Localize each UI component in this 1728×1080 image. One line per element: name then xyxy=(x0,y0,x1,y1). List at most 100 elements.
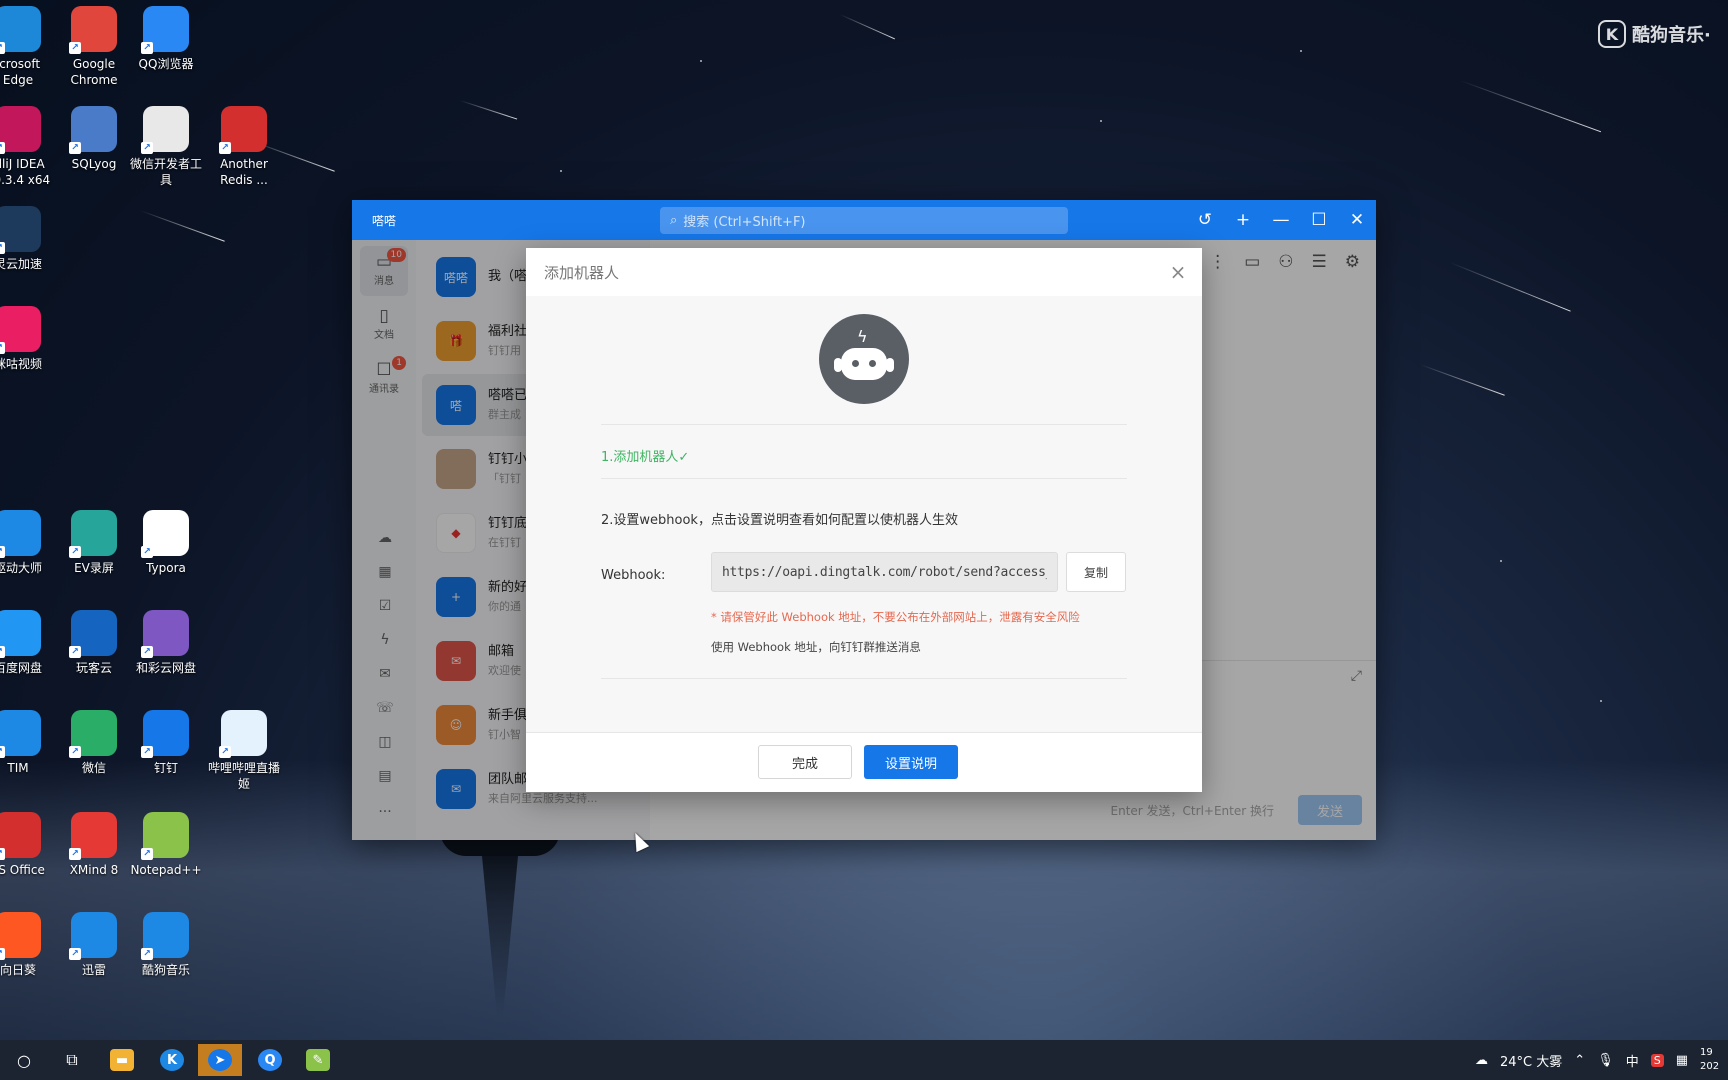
window-titlebar[interactable]: 嗒嗒 ⌕ 搜索 (Ctrl+Shift+F) ↺ + — ☐ ✕ xyxy=(352,200,1376,240)
wallpaper-meteor xyxy=(1419,364,1505,396)
desktop-icon-baidu-pan[interactable]: 百度网盘 xyxy=(0,610,56,676)
desktop-icon-xmind[interactable]: XMind 8 xyxy=(56,812,132,878)
desktop-icon-label: QQ浏览器 xyxy=(138,57,194,71)
desktop-icon-label: Edge xyxy=(2,73,34,87)
dialog-title: 添加机器人 xyxy=(544,263,620,282)
kugou-logo-icon: K xyxy=(1598,20,1626,48)
desktop-icon-wanke[interactable]: 玩客云 xyxy=(56,610,132,676)
taskbar-qq-browser[interactable]: Q xyxy=(248,1044,292,1076)
webhook-url-field[interactable] xyxy=(711,552,1058,592)
kugou-icon xyxy=(141,912,189,960)
sogou-icon[interactable]: S xyxy=(1650,1053,1664,1067)
minimize-button[interactable]: — xyxy=(1272,210,1290,230)
desktop-icon-label: icrosoft xyxy=(0,57,41,71)
ev-recorder-icon xyxy=(69,510,117,558)
edge-icon xyxy=(0,6,41,54)
dialog-header: 添加机器人 × xyxy=(526,248,1202,296)
dingtalk-icon xyxy=(141,710,189,758)
desktop-icon-dingtalk[interactable]: 钉钉 xyxy=(128,710,204,776)
taskbar: ○ ⧉ ▬ K ➤ Q ✎ ☁ 24°C 大雾 ⌃ 🎙 中 S ▦ 19 202 xyxy=(0,1040,1728,1080)
desktop-icon-ev-recorder[interactable]: EV录屏 xyxy=(56,510,132,576)
microphone-icon[interactable]: 🎙 xyxy=(1597,1053,1614,1068)
desktop-icon-thunder[interactable]: 迅雷 xyxy=(56,912,132,978)
desktop-icon-label: 玩客云 xyxy=(75,661,112,675)
desktop-icon-label: 钉钉 xyxy=(153,761,178,775)
maximize-button[interactable]: ☐ xyxy=(1310,210,1328,230)
clock[interactable]: 19 202 xyxy=(1700,1046,1722,1074)
weather-text[interactable]: 24°C 大雾 xyxy=(1500,1051,1562,1070)
desktop-icon-lingyun[interactable]: 灵云加速 xyxy=(0,206,56,272)
desktop-icon-notepad-plus[interactable]: Notepad++ xyxy=(128,812,204,878)
desktop-icon-label: Chrome xyxy=(70,73,118,87)
desktop-icon-typora[interactable]: Typora xyxy=(128,510,204,576)
desktop-icon-wechat[interactable]: 微信 xyxy=(56,710,132,776)
step-1-done: 1.添加机器人✓ xyxy=(601,450,690,465)
task-view-icon[interactable]: ⧉ xyxy=(50,1044,94,1076)
desktop-icon-edge[interactable]: icrosoft Edge xyxy=(0,6,56,88)
desktop-icon-label: XMind 8 xyxy=(69,863,119,877)
wallpaper-meteor xyxy=(459,100,518,120)
notepad-plus-icon: ✎ xyxy=(306,1049,330,1071)
desktop-icon-label: 微信开发者工 xyxy=(129,157,202,171)
step-2-instructions: 2.设置webhook，点击设置说明查看如何配置以使机器人生效 xyxy=(601,513,958,528)
close-window-button[interactable]: ✕ xyxy=(1348,210,1366,230)
taskbar-kugou[interactable]: K xyxy=(150,1044,194,1076)
desktop-icon-tim[interactable]: TIM xyxy=(0,710,56,776)
global-search-input[interactable]: ⌕ 搜索 (Ctrl+Shift+F) xyxy=(660,207,1068,234)
divider xyxy=(601,478,1127,479)
wanke-icon xyxy=(69,610,117,658)
wps-icon xyxy=(0,812,41,860)
desktop-icon-bilibili-live[interactable]: 哔哩哔哩直播姬 xyxy=(206,710,282,792)
divider xyxy=(601,678,1127,679)
search-circle-icon[interactable]: ○ xyxy=(2,1044,46,1076)
history-icon[interactable]: ↺ xyxy=(1196,210,1214,230)
wallpaper-star xyxy=(1600,700,1602,702)
desktop-icon-sqlyog[interactable]: SQLyog xyxy=(56,106,132,172)
desktop-icon-label: 和彩云网盘 xyxy=(135,661,196,675)
taskbar-dingtalk[interactable]: ➤ xyxy=(198,1044,242,1076)
add-icon[interactable]: + xyxy=(1234,210,1252,230)
desktop-icon-label: 姬 xyxy=(237,777,250,791)
intellij-icon xyxy=(0,106,41,154)
webhook-label: Webhook: xyxy=(601,568,666,583)
sqlyog-icon xyxy=(69,106,117,154)
security-warning: * 请保管好此 Webhook 地址，不要公布在外部网站上，泄露有安全风险 xyxy=(711,610,1080,624)
desktop-icon-migu[interactable]: 咪咕视频 xyxy=(0,306,56,372)
desktop-icon-caiyun[interactable]: 和彩云网盘 xyxy=(128,610,204,676)
taskbar-file-explorer[interactable]: ▬ xyxy=(100,1044,144,1076)
taskbar-notepad-plus[interactable]: ✎ xyxy=(296,1044,340,1076)
desktop-icon-intellij[interactable]: elliJ IDEA 20.3.4 x64 xyxy=(0,106,56,188)
close-icon[interactable]: × xyxy=(1166,260,1190,284)
desktop-icon-label: 驱动大师 xyxy=(0,561,42,575)
desktop-icon-label: EV录屏 xyxy=(74,561,114,575)
system-tray: ☁ 24°C 大雾 ⌃ 🎙 中 S ▦ 19 202 xyxy=(1475,1040,1728,1080)
chevron-up-icon[interactable]: ⌃ xyxy=(1574,1053,1585,1068)
desktop-icon-wechat-devtools[interactable]: 微信开发者工具 xyxy=(128,106,204,188)
desktop-icon-redis[interactable]: Another Redis ... xyxy=(206,106,282,188)
divider xyxy=(601,424,1127,425)
wallpaper-meteor xyxy=(139,210,225,242)
weather-cloud-icon: ☁ xyxy=(1475,1052,1489,1068)
sunlogin-icon xyxy=(0,912,41,960)
desktop-icon-label: Notepad++ xyxy=(130,863,202,877)
desktop-icon-chrome[interactable]: Google Chrome xyxy=(56,6,132,88)
desktop-icon-label: PS Office xyxy=(0,863,45,877)
migu-icon xyxy=(0,306,41,354)
qq-browser-icon: Q xyxy=(258,1049,282,1071)
desktop-icon-label: 20.3.4 x64 xyxy=(0,173,51,187)
done-button[interactable]: 完成 xyxy=(758,745,852,779)
flag-icon[interactable]: ▦ xyxy=(1676,1053,1688,1068)
desktop-icon-driver[interactable]: 驱动大师 xyxy=(0,510,56,576)
desktop-icon-label: 灵云加速 xyxy=(0,257,42,271)
desktop-icon-label: Redis ... xyxy=(220,173,268,187)
copy-button[interactable]: 复制 xyxy=(1066,552,1126,592)
driver-icon xyxy=(0,510,41,558)
ime-indicator[interactable]: 中 xyxy=(1626,1051,1639,1070)
desktop-icon-qq-browser[interactable]: QQ浏览器 xyxy=(128,6,204,72)
setup-help-button[interactable]: 设置说明 xyxy=(864,745,958,779)
desktop-icon-wps[interactable]: PS Office xyxy=(0,812,56,878)
dialog-body: ϟ 1.添加机器人✓ 2.设置webhook，点击设置说明查看如何配置以使机器人… xyxy=(526,296,1202,732)
desktop-icon-sunlogin[interactable]: 向日葵 xyxy=(0,912,56,978)
desktop-icon-kugou[interactable]: 酷狗音乐 xyxy=(128,912,204,978)
clock-date: 202 xyxy=(1700,1061,1720,1072)
